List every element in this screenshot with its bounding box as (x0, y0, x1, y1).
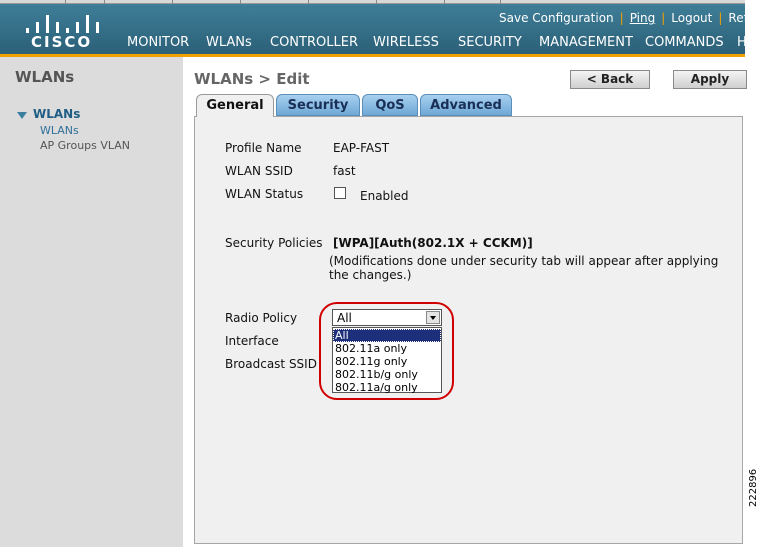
save-configuration-link[interactable]: Save Configuration (499, 11, 614, 25)
figure-number: 222896 (748, 468, 759, 507)
general-tab-panel (194, 116, 743, 544)
ping-link[interactable]: Ping (630, 11, 656, 25)
sidebar-title: WLANs (15, 68, 75, 86)
broadcast-ssid-label: Broadcast SSID (225, 357, 317, 371)
back-button[interactable]: < Back (570, 70, 650, 89)
header: CISCO Save Configuration | Ping | Logout | Ref… (0, 4, 753, 54)
tab-qos[interactable]: QoS (362, 94, 418, 116)
sidebar: WLANs WLANs WLANs AP Groups VLAN (0, 57, 183, 547)
tab-advanced[interactable]: Advanced (420, 94, 512, 116)
refresh-link[interactable]: Refr (728, 11, 752, 25)
utility-links: Save Configuration | Ping | Logout | Refr (499, 11, 753, 25)
sidebar-item-wlans[interactable]: WLANs (40, 124, 79, 137)
nav-commands[interactable]: COMMANDS (645, 35, 724, 50)
cisco-wordmark: CISCO (31, 33, 93, 51)
nav-monitor[interactable]: MONITOR (127, 35, 189, 50)
nav-wireless[interactable]: WIRELESS (373, 35, 439, 50)
profile-name-label: Profile Name (225, 141, 302, 155)
wlan-ssid-label: WLAN SSID (225, 164, 293, 178)
sidebar-item-ap-groups-vlan[interactable]: AP Groups VLAN (40, 139, 130, 152)
nav-help[interactable]: H (737, 35, 747, 50)
cisco-logo: CISCO (20, 9, 100, 54)
highlight-ring (319, 302, 454, 400)
wlan-ssid-value: fast (333, 164, 356, 178)
nav-controller[interactable]: CONTROLLER (270, 35, 358, 50)
radio-policy-label: Radio Policy (225, 311, 298, 325)
tab-general[interactable]: General (196, 94, 274, 117)
nav-security[interactable]: SECURITY (458, 35, 522, 50)
logout-link[interactable]: Logout (671, 11, 712, 25)
sidebar-item-wlans-root[interactable]: WLANs (33, 107, 80, 121)
nav-management[interactable]: MANAGEMENT (539, 35, 633, 50)
wlan-status-label: WLAN Status (225, 187, 304, 201)
wlan-status-checkbox[interactable] (334, 187, 346, 199)
security-policies-note: (Modifications done under security tab w… (329, 254, 719, 282)
wlan-status-enabled-label: Enabled (360, 189, 409, 203)
page-title: WLANs > Edit (194, 70, 310, 88)
apply-button[interactable]: Apply (673, 70, 747, 89)
security-policies-value: [WPA][Auth(802.1X + CCKM)] (333, 236, 533, 250)
tab-security[interactable]: Security (276, 94, 360, 116)
expand-arrow-icon[interactable] (17, 112, 27, 119)
cisco-bridge-icon (26, 11, 99, 33)
nav-wlans[interactable]: WLANs (206, 35, 252, 50)
security-policies-label: Security Policies (225, 236, 323, 250)
interface-label: Interface (225, 334, 279, 348)
profile-name-value: EAP-FAST (333, 141, 390, 155)
